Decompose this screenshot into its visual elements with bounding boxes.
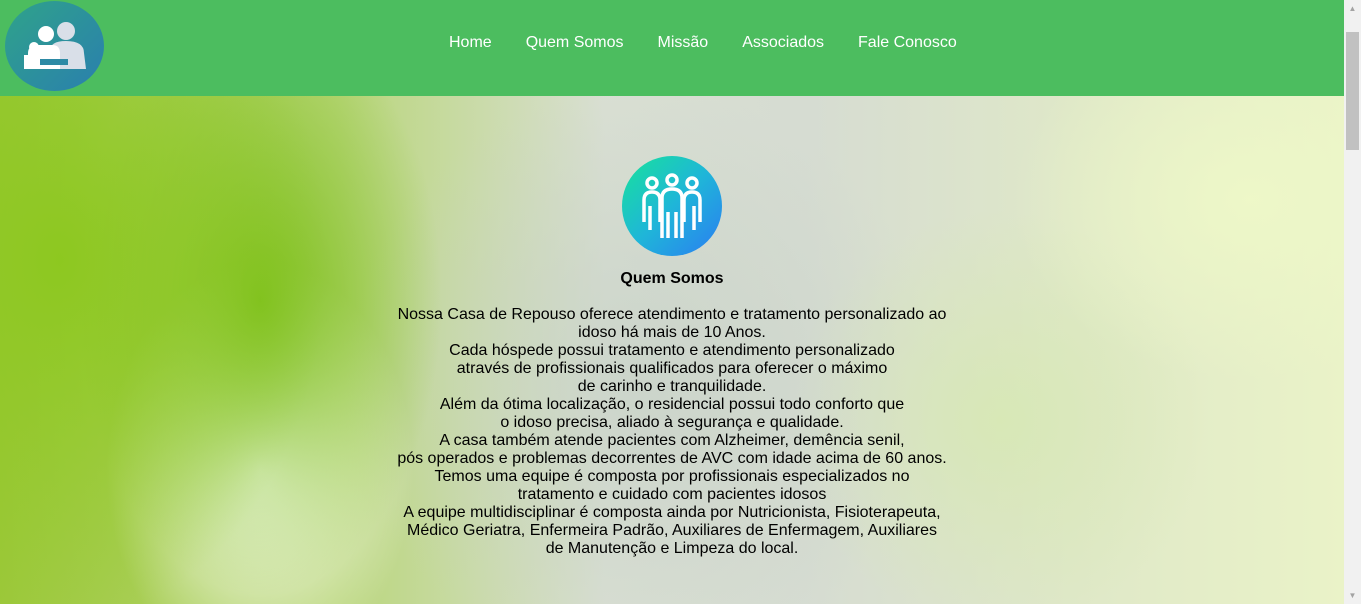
about-line: pós operados e problemas decorrentes de … — [397, 450, 947, 467]
scrollbar-thumb[interactable] — [1346, 32, 1359, 150]
about-line: tratamento e cuidado com pacientes idoso… — [517, 486, 827, 503]
nav-fale-conosco[interactable]: Fale Conosco — [858, 34, 957, 52]
nav-home[interactable]: Home — [449, 34, 492, 52]
family-care-icon — [24, 22, 86, 69]
about-line: através de profissionais qualificados pa… — [456, 360, 888, 377]
scroll-up-arrow-icon[interactable]: ▲ — [1344, 0, 1361, 17]
about-line: Médico Geriatra, Enfermeira Padrão, Auxi… — [406, 522, 937, 539]
nav-missao[interactable]: Missão — [658, 34, 709, 52]
about-line: A casa também atende pacientes com Alzhe… — [439, 432, 905, 449]
about-line: de Manutenção e Limpeza do local. — [545, 540, 799, 557]
page: Home Quem Somos Missão Associados Fale C… — [0, 0, 1361, 604]
nav-quem-somos[interactable]: Quem Somos — [526, 34, 624, 52]
about-line: Temos uma equipe é composta por profissi… — [434, 468, 910, 485]
about-line: Cada hóspede possui tratamento e atendim… — [449, 342, 895, 359]
about-line: Nossa Casa de Repouso oferece atendiment… — [397, 306, 947, 323]
nav-associados[interactable]: Associados — [742, 34, 824, 52]
about-text: Nossa Casa de Repouso oferece atendiment… — [380, 306, 964, 558]
vertical-scrollbar[interactable]: ▲ ▼ — [1344, 0, 1361, 604]
about-line: de carinho e tranquilidade. — [577, 378, 767, 395]
team-icon — [622, 156, 722, 256]
about-line: Além da ótima localização, o residencial… — [439, 396, 905, 413]
about-line: idoso há mais de 10 Anos. — [578, 324, 766, 341]
about-line: A equipe multidisciplinar é composta ain… — [403, 504, 941, 521]
logo[interactable] — [5, 1, 104, 91]
scroll-down-arrow-icon[interactable]: ▼ — [1344, 587, 1361, 604]
header: Home Quem Somos Missão Associados Fale C… — [0, 0, 1344, 96]
section-title: Quem Somos — [620, 270, 724, 287]
about-line: o idoso precisa, aliado à segurança e qu… — [500, 414, 844, 431]
main-nav: Home Quem Somos Missão Associados Fale C… — [449, 34, 991, 52]
